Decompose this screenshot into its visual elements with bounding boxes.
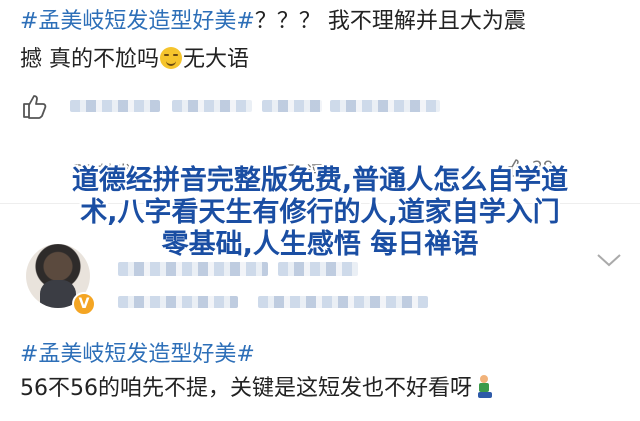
likes-row (0, 88, 640, 128)
blurred-username (278, 262, 358, 276)
blurred-liker-names (172, 100, 252, 112)
blurred-liker-names (70, 100, 160, 112)
post-text-part-b: 无大语 (183, 47, 250, 72)
comment-text: 56不56的咱先不提，关键是这短发也不好看呀 (20, 376, 472, 401)
comment-hashtag[interactable]: #孟美岐短发造型好美# (20, 336, 255, 368)
blurred-liker-names (330, 100, 440, 112)
post-text: ？？？ 我不理解并且大为震 (254, 9, 526, 34)
blurred-username (118, 262, 268, 276)
post-hashtag[interactable]: #孟美岐短发造型好美# (20, 9, 255, 34)
comment-text-line: 56不56的咱先不提，关键是这短发也不好看呀 (20, 370, 492, 402)
watermark-line-1: 道德经拼音完整版免费,普通人怎么自学道 (71, 165, 569, 196)
post-card: #孟美岐短发造型好美#？？？ 我不理解并且大为震 撼 真的不尬吗 无大语 (0, 0, 640, 148)
post-text-part-a: 撼 真的不尬吗 (20, 47, 159, 72)
post-text-line-2: 撼 真的不尬吗 无大语 (20, 46, 249, 74)
watermark-line-2: 术,八字看天生有修行的人,道家自学入门 (80, 197, 560, 228)
kneeling-person-emoji-icon (476, 375, 492, 399)
thumbs-up-icon[interactable] (20, 92, 48, 120)
smirk-emoji-icon (160, 47, 182, 69)
verified-badge-icon: V (72, 292, 96, 316)
watermark-line-3: 零基础,人生感悟 每日禅语 (161, 229, 479, 260)
post-text-line-1: #孟美岐短发造型好美#？？？ 我不理解并且大为震 (20, 8, 526, 36)
blurred-meta (258, 296, 428, 308)
blurred-liker-names (262, 100, 322, 112)
overlay-watermark-text: 道德经拼音完整版免费,普通人怎么自学道 术,八字看天生有修行的人,道家自学入门 … (0, 165, 640, 261)
blurred-meta (118, 296, 238, 308)
